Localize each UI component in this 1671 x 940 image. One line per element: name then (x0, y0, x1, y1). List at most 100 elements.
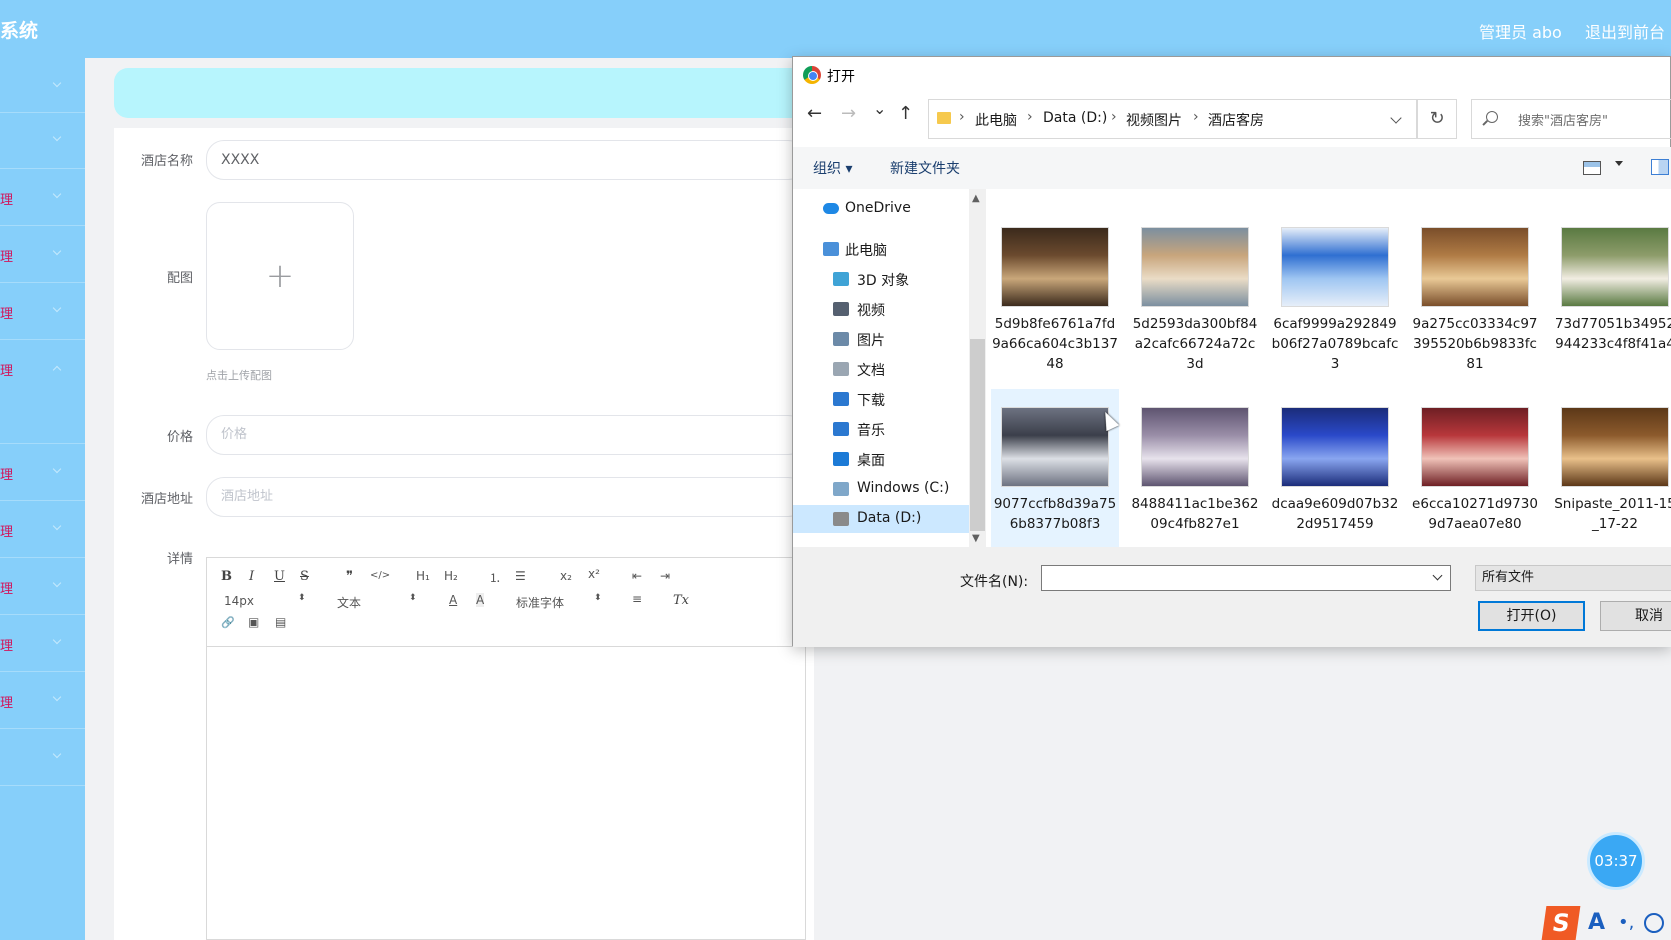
file-type-select[interactable]: 所有文件 (1475, 565, 1671, 591)
sidebar-menu-item[interactable] (0, 112, 85, 169)
preview-pane-icon[interactable] (1651, 159, 1669, 175)
sidebar-menu-item[interactable] (0, 729, 85, 786)
link-icon[interactable]: 🔗 (221, 616, 235, 629)
file-tile[interactable]: 6caf9999a292849b06f27a0789bcafc3 (1271, 209, 1399, 372)
scrollbar-thumb[interactable] (970, 339, 985, 531)
search-box[interactable]: 搜索"酒店客房" (1471, 99, 1671, 139)
font-color-button[interactable]: A (449, 593, 457, 607)
video-insert-icon[interactable]: ▤ (275, 615, 286, 629)
organize-menu[interactable]: 组织 ▾ (813, 158, 852, 178)
image-thumbnail[interactable] (1561, 227, 1669, 307)
sidebar-menu-item[interactable]: 理 (0, 226, 85, 283)
rich-text-editor[interactable]: B I U S ❞ </> H₁ H₂ ⒈ ☰ x₂ x² ⇤ ⇥ 14px ⬍… (206, 557, 806, 940)
underline-button[interactable]: U (274, 569, 285, 584)
bullet-list-button[interactable]: ☰ (515, 569, 526, 583)
open-button[interactable]: 打开(O) (1478, 601, 1585, 631)
bold-button[interactable]: B (221, 569, 232, 584)
recording-timer[interactable]: 03:37 (1587, 832, 1645, 890)
sidebar-menu-item[interactable]: 理 (0, 558, 85, 615)
image-insert-icon[interactable]: ▣ (248, 615, 259, 629)
sidebar-menu-item[interactable]: 理 (0, 340, 85, 444)
image-thumbnail[interactable] (1421, 227, 1529, 307)
ime-punctuation-label[interactable]: •, (1618, 912, 1634, 933)
sidebar-menu-item[interactable]: 理 (0, 169, 85, 226)
code-block-button[interactable]: </> (370, 570, 390, 581)
breadcrumb-hotel-rooms[interactable]: 酒店客房 (1208, 110, 1264, 130)
file-name-input[interactable] (1041, 565, 1451, 591)
image-thumbnail[interactable] (1001, 227, 1109, 307)
emoji-icon[interactable] (1644, 913, 1664, 933)
image-thumbnail[interactable] (1141, 227, 1249, 307)
sidebar-menu-item[interactable] (0, 58, 85, 113)
breadcrumb-data-drive[interactable]: Data (D:) (1043, 110, 1107, 126)
image-thumbnail[interactable] (1281, 407, 1389, 487)
italic-button[interactable]: I (249, 569, 254, 584)
image-thumbnail[interactable] (1561, 407, 1669, 487)
file-tile[interactable]: e6cca10271d97309d7aea07e80 (1411, 389, 1539, 547)
file-tile[interactable]: dcaa9e609d07b322d9517459 (1271, 389, 1399, 547)
file-tile[interactable]: 73d77051b34952944233c4f8f41a4 (1551, 209, 1671, 369)
admin-user-label[interactable]: 管理员 abo (1479, 19, 1562, 43)
ime-mode-label[interactable]: A (1588, 910, 1605, 935)
file-name-dropdown-icon[interactable] (1432, 570, 1443, 581)
indent-button[interactable]: ⇥ (660, 569, 670, 583)
quote-button[interactable]: ❞ (346, 569, 353, 584)
background-color-button[interactable]: A (476, 593, 485, 607)
image-upload-button[interactable]: + (206, 202, 354, 350)
header1-button[interactable]: H₁ (416, 569, 430, 583)
nav-pane-item[interactable]: OneDrive (793, 195, 969, 223)
ime-toolbar[interactable]: S A •, (1541, 906, 1671, 940)
view-options-icon[interactable] (1583, 161, 1601, 175)
file-tile[interactable]: 5d2593da300bf84a2cafc66724a72c3d (1131, 209, 1259, 372)
file-tile[interactable]: Snipaste_2011-15_17-22 (1551, 389, 1671, 547)
file-tile[interactable]: 9077ccfb8d39a756b8377b08f3 (991, 389, 1119, 547)
recent-locations-chevron-icon[interactable]: ⌄ (873, 99, 886, 118)
image-thumbnail[interactable] (1421, 407, 1529, 487)
subscript-button[interactable]: x₂ (560, 569, 572, 583)
nav-pane-item[interactable]: 音乐 (793, 415, 969, 443)
nav-pane-item[interactable]: 3D 对象 (793, 265, 969, 293)
nav-pane-item[interactable]: 此电脑 (793, 235, 969, 263)
hotel-address-input[interactable]: 酒店地址 (206, 477, 806, 517)
nav-pane-item[interactable]: 桌面 (793, 445, 969, 473)
sidebar-menu-item[interactable]: 理 (0, 501, 85, 558)
up-arrow-icon[interactable]: ↑ (898, 103, 913, 124)
view-options-chevron-icon[interactable] (1615, 161, 1623, 166)
address-bar[interactable]: › 此电脑 › Data (D:) › 视频图片 › 酒店客房 (928, 99, 1417, 139)
nav-pane-item[interactable]: 图片 (793, 325, 969, 353)
image-thumbnail[interactable] (1001, 407, 1109, 487)
nav-pane-item[interactable]: Data (D:) (793, 505, 969, 533)
file-tile[interactable]: 8488411ac1be36209c4fb827e1 (1131, 389, 1259, 547)
refresh-button[interactable]: ↻ (1417, 99, 1457, 139)
scroll-down-arrow-icon[interactable]: ▼ (972, 533, 980, 544)
align-button[interactable]: ≡ (632, 592, 642, 606)
sidebar-menu-item[interactable]: 理 (0, 444, 85, 501)
font-family-select[interactable]: 标准字体 (516, 594, 564, 611)
image-thumbnail[interactable] (1281, 227, 1389, 307)
exit-to-frontend-link[interactable]: 退出到前台 (1585, 19, 1665, 43)
nav-pane-item[interactable]: 下载 (793, 385, 969, 413)
sidebar-menu-item[interactable]: 理 (0, 615, 85, 672)
price-input[interactable]: 价格 (206, 415, 806, 455)
breadcrumb-video-pictures[interactable]: 视频图片 (1126, 110, 1182, 130)
strike-button[interactable]: S (300, 569, 309, 584)
outdent-button[interactable]: ⇤ (632, 569, 642, 583)
navigation-scrollbar[interactable]: ▲ ▼ (969, 189, 986, 547)
forward-arrow-icon[interactable]: → (841, 103, 856, 124)
header2-button[interactable]: H₂ (444, 569, 458, 583)
image-thumbnail[interactable] (1141, 407, 1249, 487)
hotel-name-input[interactable]: XXXX (206, 140, 806, 180)
nav-pane-item[interactable]: Windows (C:) (793, 475, 969, 503)
cancel-button[interactable]: 取消 (1600, 601, 1671, 631)
sidebar-menu-item[interactable]: 理 (0, 672, 85, 729)
address-dropdown-icon[interactable] (1390, 112, 1402, 124)
superscript-button[interactable]: x² (588, 567, 600, 581)
sogou-logo-icon[interactable]: S (1541, 906, 1581, 940)
nav-pane-item[interactable]: 视频 (793, 295, 969, 323)
ordered-list-button[interactable]: ⒈ (489, 569, 501, 586)
font-size-select[interactable]: 14px (224, 594, 254, 608)
scroll-up-arrow-icon[interactable]: ▲ (972, 193, 980, 204)
nav-pane-item[interactable]: 文档 (793, 355, 969, 383)
text-type-select[interactable]: 文本 (337, 594, 361, 611)
breadcrumb-this-pc[interactable]: 此电脑 (975, 110, 1017, 130)
